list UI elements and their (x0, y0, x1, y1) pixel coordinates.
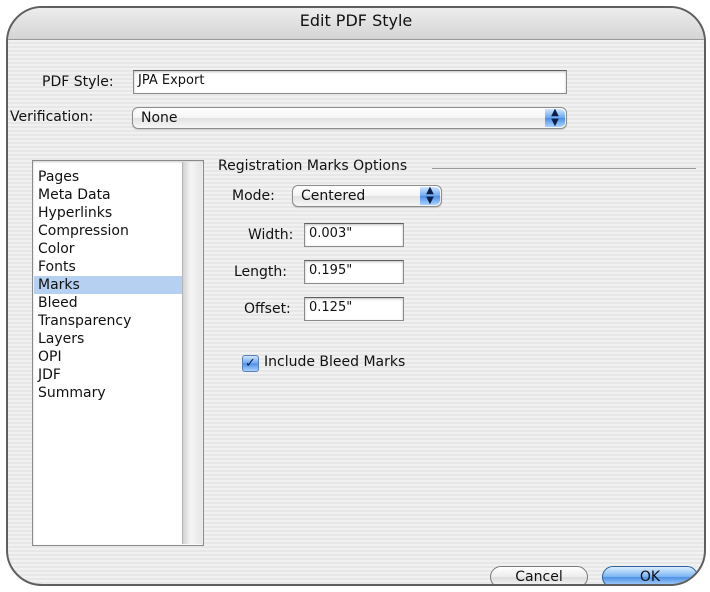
verification-label: Verification: (10, 109, 94, 125)
sections-list[interactable]: Pages Meta Data Hyperlinks Compression C… (32, 160, 204, 546)
group-divider (432, 168, 696, 169)
dialog-title: Edit PDF Style (8, 8, 704, 40)
pdf-style-input[interactable]: JPA Export (133, 70, 567, 94)
cancel-button[interactable]: Cancel (490, 566, 588, 584)
mode-label: Mode: (232, 188, 275, 204)
sidebar-item-fonts[interactable]: Fonts (34, 258, 182, 276)
sidebar-item-marks[interactable]: Marks (34, 276, 182, 294)
sidebar-item-hyperlinks[interactable]: Hyperlinks (34, 204, 182, 222)
checkmark-icon: ✓ (245, 356, 256, 371)
length-label: Length: (234, 264, 288, 280)
registration-marks-group-title: Registration Marks Options (218, 158, 408, 174)
length-input[interactable]: 0.195" (304, 260, 404, 284)
sidebar-item-jdf[interactable]: JDF (34, 366, 182, 384)
verification-select[interactable]: None ▲ ▼ (132, 107, 567, 129)
ok-button[interactable]: OK (602, 566, 698, 584)
offset-input[interactable]: 0.125" (304, 297, 404, 321)
popup-arrows-icon: ▲ ▼ (545, 108, 565, 128)
mode-select[interactable]: Centered ▲ ▼ (292, 185, 442, 207)
include-bleed-marks-checkbox[interactable]: ✓ (242, 355, 259, 372)
sidebar-item-transparency[interactable]: Transparency (34, 312, 182, 330)
list-scrollbar[interactable] (182, 162, 202, 544)
sidebar-item-opi[interactable]: OPI (34, 348, 182, 366)
sidebar-item-layers[interactable]: Layers (34, 330, 182, 348)
sidebar-item-compression[interactable]: Compression (34, 222, 182, 240)
sidebar-item-color[interactable]: Color (34, 240, 182, 258)
sidebar-item-summary[interactable]: Summary (34, 384, 182, 402)
popup-arrows-icon: ▲ ▼ (420, 186, 440, 206)
width-label: Width: (248, 227, 294, 243)
width-input[interactable]: 0.003" (304, 223, 404, 247)
sidebar-item-meta-data[interactable]: Meta Data (34, 186, 182, 204)
verification-value: None (141, 110, 178, 126)
include-bleed-marks-label[interactable]: Include Bleed Marks (264, 354, 405, 370)
pdf-style-label: PDF Style: (42, 74, 114, 90)
sidebar-item-pages[interactable]: Pages (34, 168, 182, 186)
mode-value: Centered (301, 188, 366, 204)
offset-label: Offset: (244, 301, 291, 317)
edit-pdf-style-dialog: Edit PDF Style PDF Style: JPA Export Ver… (6, 6, 706, 586)
sidebar-item-bleed[interactable]: Bleed (34, 294, 182, 312)
